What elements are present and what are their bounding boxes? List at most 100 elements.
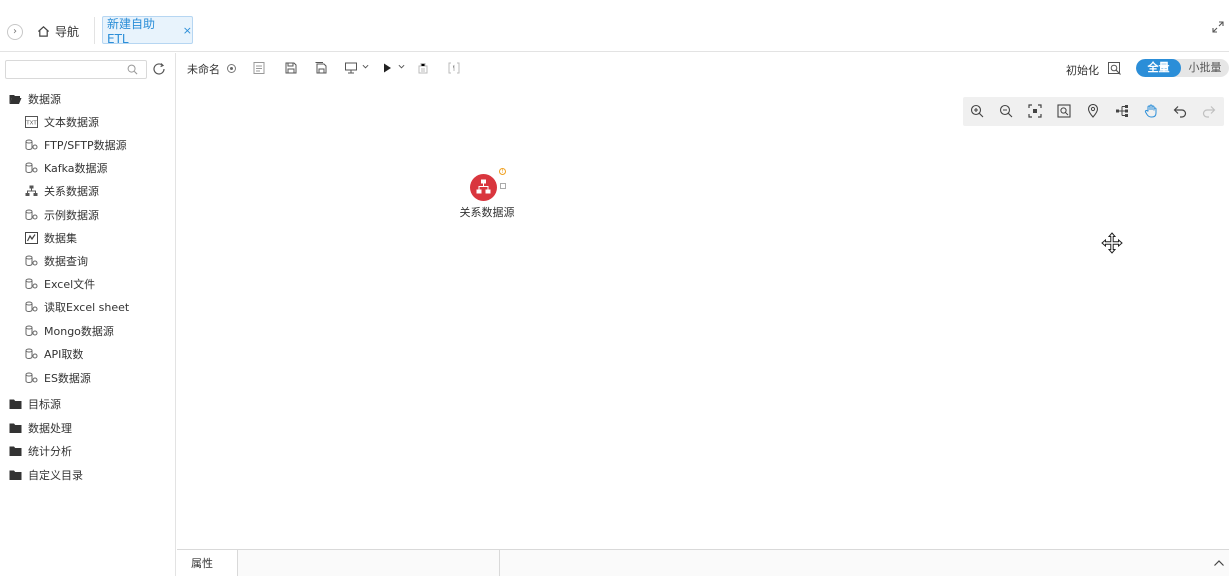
tree-folder-label: 自定义目录 — [28, 469, 83, 482]
preview-icon[interactable] — [345, 62, 358, 74]
tree-folder-statistics[interactable]: 统计分析 — [0, 441, 175, 461]
canvas-toolbar — [963, 97, 1224, 126]
init-label[interactable]: 初始化 — [1066, 62, 1099, 78]
tree-item-api-fetch[interactable]: API取数 — [0, 344, 175, 364]
tree-folder-label: 数据处理 — [28, 422, 72, 435]
zoom-out-icon[interactable] — [999, 104, 1013, 118]
tree-folder-label: 数据源 — [28, 93, 61, 106]
tree-item-excel-sheet[interactable]: 读取Excel sheet — [0, 297, 175, 317]
tab-divider — [94, 17, 95, 44]
tree-folder-target[interactable]: 目标源 — [0, 394, 175, 414]
tree-item-label: Excel文件 — [44, 278, 96, 291]
relational-db-icon — [25, 185, 38, 196]
undo-icon[interactable] — [1173, 104, 1187, 118]
api-icon — [25, 348, 38, 359]
dataset-icon — [25, 232, 38, 244]
folder-open-icon — [9, 95, 22, 104]
title-status-icon — [227, 64, 236, 73]
relational-db-icon — [476, 179, 491, 194]
tree-folder-label: 目标源 — [28, 398, 61, 411]
nav-home-label: 导航 — [55, 24, 80, 39]
zoom-in-icon[interactable] — [970, 104, 984, 118]
actual-size-icon[interactable] — [1057, 104, 1071, 118]
mode-full-option[interactable]: 全量 — [1136, 59, 1181, 77]
sample-db-icon — [25, 209, 38, 220]
panel-divider — [499, 550, 500, 576]
tree-item-relational-source[interactable]: 关系数据源 — [0, 181, 175, 201]
query-icon — [25, 255, 38, 266]
redo-icon[interactable] — [1202, 104, 1216, 118]
tree-folder-custom[interactable]: 自定义目录 — [0, 465, 175, 485]
es-icon — [25, 372, 38, 383]
tree-item-label: Mongo数据源 — [44, 325, 114, 338]
tree-folder-processing[interactable]: 数据处理 — [0, 418, 175, 438]
tab-close-icon[interactable]: × — [183, 24, 192, 37]
save-icon[interactable] — [285, 62, 297, 74]
doc-title[interactable]: 未命名 — [187, 61, 220, 77]
tree-item-ftp-source[interactable]: FTP/SFTP数据源 — [0, 135, 175, 155]
tree-folder-datasource[interactable]: 数据源 — [0, 89, 175, 109]
chevron-down-icon[interactable] — [398, 63, 405, 70]
pan-hand-icon[interactable] — [1144, 104, 1158, 118]
search-icon[interactable] — [127, 64, 138, 75]
tree-item-text-source[interactable]: TXT 文本数据源 — [0, 112, 175, 132]
folder-icon — [9, 399, 22, 409]
excel-sheet-icon — [25, 301, 38, 312]
tree-item-label: 示例数据源 — [44, 209, 99, 222]
chevron-up-icon[interactable] — [1213, 558, 1225, 568]
tree-item-label: 读取Excel sheet — [44, 301, 130, 314]
svg-text:TXT: TXT — [25, 121, 37, 127]
sidebar-toggle-button[interactable]: › — [7, 24, 23, 40]
properties-icon[interactable] — [253, 62, 265, 74]
schedule-icon[interactable] — [417, 62, 429, 74]
mode-switch[interactable]: 全量 小批量 — [1136, 59, 1229, 77]
component-search — [5, 60, 147, 79]
node-label: 关系数据源 — [459, 206, 515, 219]
ftp-icon — [25, 139, 38, 150]
tree-item-sample-source[interactable]: 示例数据源 — [0, 205, 175, 225]
tree-item-data-query[interactable]: 数据查询 — [0, 251, 175, 271]
mongo-icon — [25, 325, 38, 336]
init-preview-icon[interactable] — [1108, 62, 1122, 75]
canvas-node-relational-source[interactable]: ! 关系数据源 — [457, 168, 517, 219]
tree-item-excel-file[interactable]: Excel文件 — [0, 274, 175, 294]
excel-icon — [25, 278, 38, 289]
component-search-input[interactable] — [6, 61, 124, 78]
etl-canvas[interactable]: ! 关系数据源 — [177, 85, 1229, 549]
tree-item-kafka-source[interactable]: Kafka数据源 — [0, 158, 175, 178]
node-output-port[interactable] — [500, 183, 506, 189]
component-sidebar: 数据源 TXT 文本数据源 FTP/SFTP数据源 Kafka数据源 关系数据源… — [0, 53, 176, 576]
tree-item-mongo-source[interactable]: Mongo数据源 — [0, 321, 175, 341]
tree-folder-label: 统计分析 — [28, 445, 72, 458]
tree-item-label: 关系数据源 — [44, 185, 99, 198]
auto-layout-icon[interactable] — [1115, 104, 1129, 118]
node-warning-icon[interactable]: ! — [499, 168, 506, 175]
tab-new-etl-label: 新建自助ETL — [107, 16, 156, 46]
chevron-down-icon[interactable] — [362, 63, 369, 70]
tab-new-etl[interactable]: 新建自助ETL × — [102, 16, 193, 46]
variable-icon[interactable] — [448, 62, 460, 74]
text-file-icon: TXT — [25, 116, 38, 128]
folder-icon — [9, 423, 22, 433]
top-tab-bar: › 导航 新建自助ETL × — [0, 0, 1229, 52]
tree-item-label: Kafka数据源 — [44, 162, 108, 175]
tree-item-label: API取数 — [44, 348, 84, 361]
tree-item-label: 数据集 — [44, 232, 77, 245]
fullscreen-icon[interactable] — [1212, 21, 1224, 33]
tree-item-dataset[interactable]: 数据集 — [0, 228, 175, 248]
locate-icon[interactable] — [1086, 104, 1100, 118]
refresh-icon[interactable] — [152, 62, 166, 76]
tab-properties[interactable]: 属性 — [177, 550, 238, 576]
tree-item-label: 文本数据源 — [44, 116, 99, 129]
node-icon-circle[interactable] — [470, 174, 497, 201]
save-as-icon[interactable] — [315, 62, 327, 74]
kafka-icon — [25, 162, 38, 173]
fit-view-icon[interactable] — [1028, 104, 1042, 118]
folder-icon — [9, 470, 22, 480]
tree-item-es-source[interactable]: ES数据源 — [0, 368, 175, 388]
tree-item-label: FTP/SFTP数据源 — [44, 139, 127, 152]
mode-micro-batch-option[interactable]: 小批量 — [1181, 59, 1229, 77]
nav-home-tab[interactable]: 导航 — [37, 21, 79, 41]
bottom-panel: 属性 — [177, 549, 1229, 576]
run-icon[interactable] — [383, 62, 392, 74]
